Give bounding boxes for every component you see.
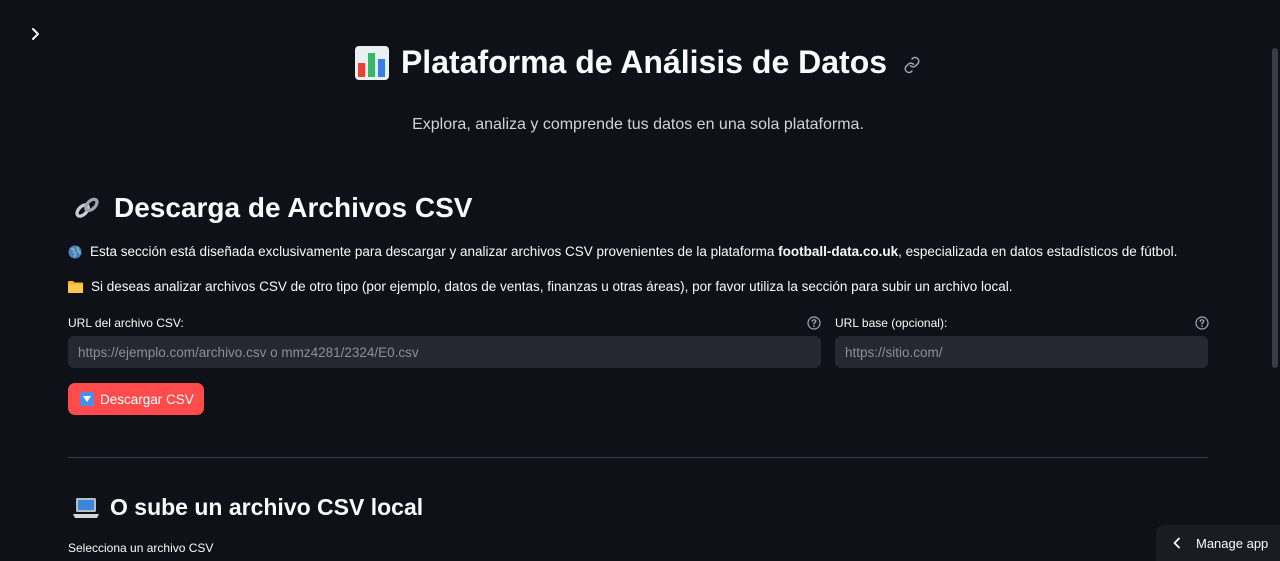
laptop-icon [73, 497, 99, 518]
football-data-site-name: football-data.co.uk [778, 244, 899, 259]
info-paragraph-other: Si deseas analizar archivos CSV de otro … [68, 279, 1012, 294]
download-csv-button[interactable]: Descargar CSV [68, 383, 204, 415]
download-section-title: Descarga de Archivos CSV [72, 192, 472, 224]
anchor-link-icon[interactable] [903, 56, 921, 74]
link-icon [75, 197, 99, 218]
upload-section-heading: O sube un archivo CSV local [110, 494, 424, 520]
manage-app-label: Manage app [1196, 535, 1269, 551]
upload-section-title: O sube un archivo CSV local [72, 494, 423, 521]
help-icon[interactable] [807, 316, 821, 330]
app-root: Plataforma de Análisis de Datos Explora,… [0, 0, 1280, 561]
csv-url-input[interactable] [68, 336, 821, 368]
page-scrollbar[interactable] [1272, 48, 1278, 368]
base-url-label: URL base (opcional): [835, 316, 948, 330]
file-uploader-label: Selecciona un archivo CSV [68, 541, 214, 555]
download-csv-button-label: Descargar CSV [100, 391, 194, 407]
page-title: Plataforma de Análisis de Datos [400, 44, 888, 80]
section-divider [68, 457, 1208, 458]
download-section-heading: Descarga de Archivos CSV [114, 192, 473, 223]
down-arrow-button-icon [80, 392, 94, 406]
folder-icon [68, 281, 83, 293]
globe-icon [68, 245, 82, 258]
sidebar-expand-button[interactable] [26, 24, 46, 44]
page-subtitle: Explora, analiza y comprende tus datos e… [412, 116, 864, 133]
help-icon[interactable] [1195, 316, 1209, 330]
info-paragraph-football-text: Esta sección está diseñada exclusivament… [90, 244, 1178, 259]
chevron-right-icon [32, 28, 39, 40]
info-paragraph-football: Esta sección está diseñada exclusivament… [68, 244, 1177, 259]
manage-app-button[interactable]: Manage app [1156, 525, 1280, 561]
csv-url-label: URL del archivo CSV: [68, 316, 184, 330]
page-header: Plataforma de Análisis de Datos [68, 44, 1208, 81]
base-url-input[interactable] [835, 336, 1208, 368]
chevron-left-icon [1173, 537, 1180, 549]
info-paragraph-other-text: Si deseas analizar archivos CSV de otro … [91, 279, 1013, 294]
bar-chart-icon [354, 45, 389, 80]
